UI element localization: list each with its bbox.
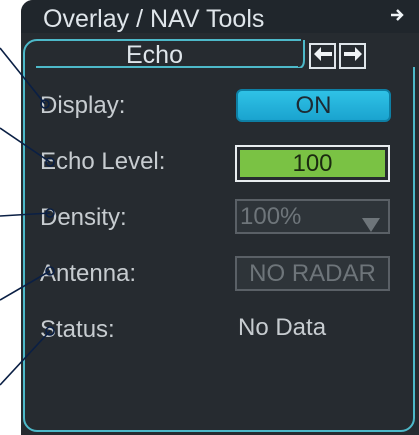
callout-lines — [0, 47, 55, 386]
